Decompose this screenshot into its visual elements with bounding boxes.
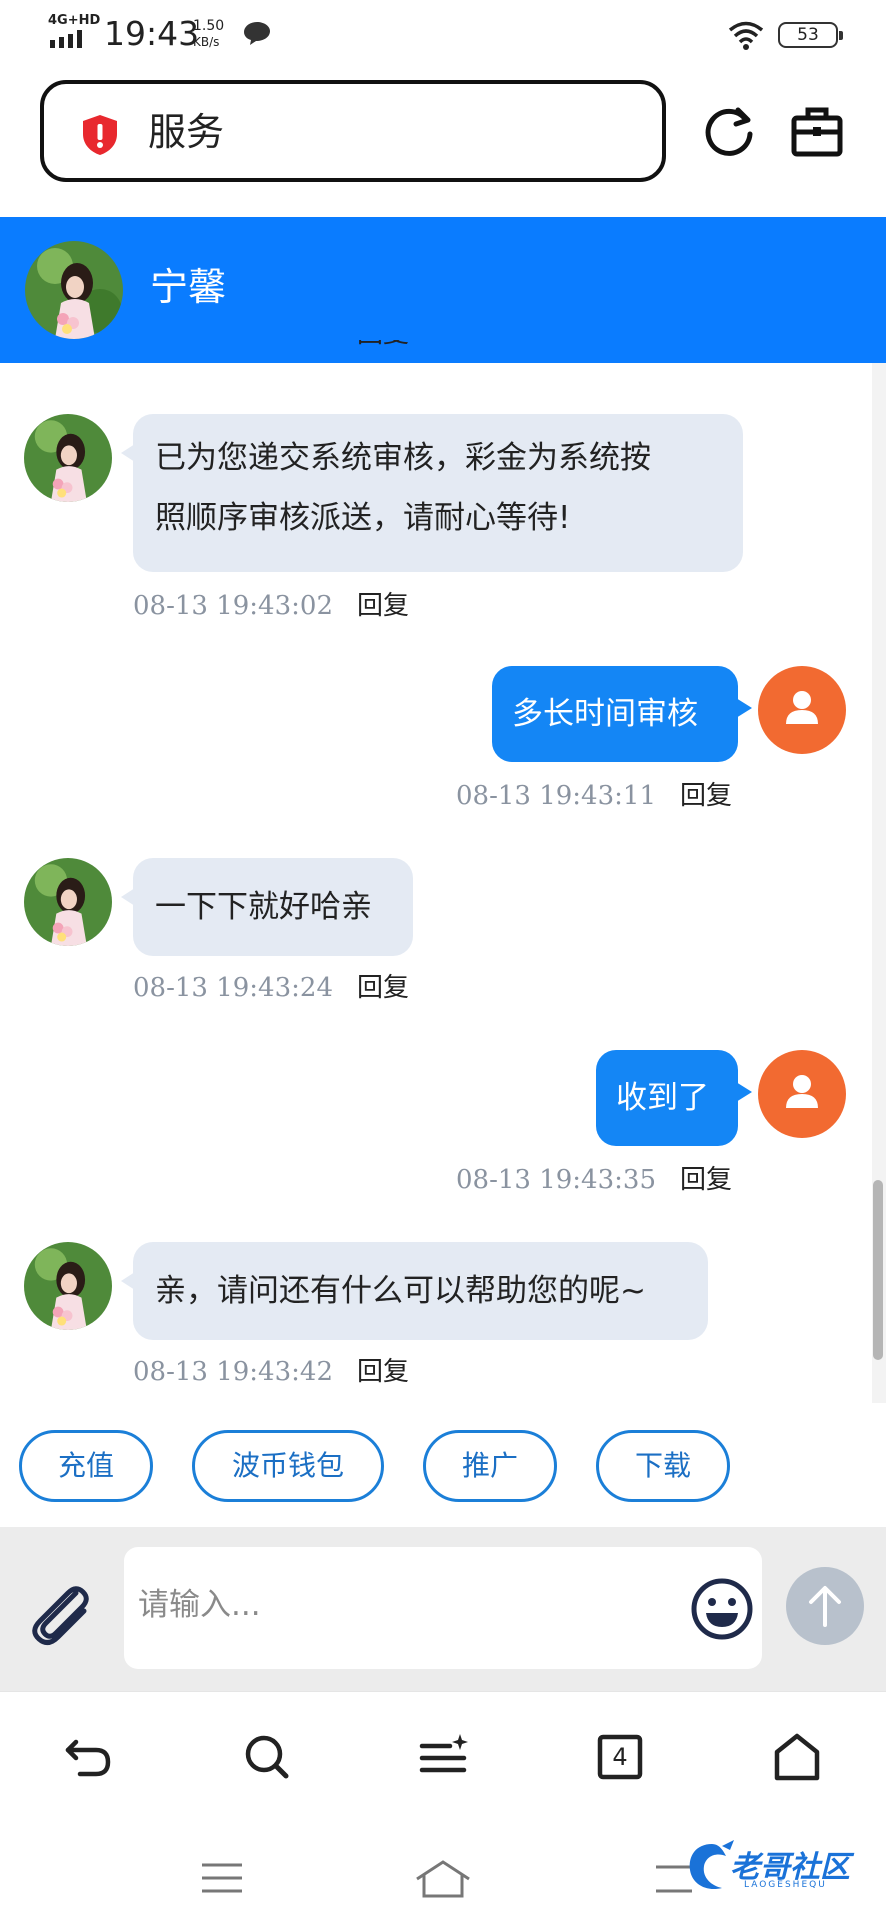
shield-alert-icon[interactable] — [80, 114, 120, 156]
message-timestamp: 08-13 19:43:35 — [456, 1165, 656, 1195]
promote-button[interactable]: 推广 — [423, 1430, 557, 1502]
user-avatar[interactable] — [758, 666, 846, 754]
message-timestamp: 08-13 19:43:24 — [133, 973, 333, 1003]
paperclip-icon[interactable] — [24, 1577, 94, 1647]
message-notification-icon — [244, 22, 270, 45]
agent-avatar[interactable] — [25, 241, 123, 339]
battery-indicator: 53 — [778, 22, 843, 48]
signal-icon — [50, 30, 82, 48]
message-timestamp: 08-13 19:43:42 — [133, 1357, 333, 1387]
network-type: 4G+HD — [48, 13, 101, 28]
wifi-icon — [728, 21, 764, 50]
agent-avatar[interactable] — [24, 1242, 112, 1330]
watermark-logo: 老哥社区 LAOGESHEQU — [682, 1836, 878, 1900]
scrollbar-thumb[interactable] — [873, 1180, 883, 1360]
recharge-button[interactable]: 充值 — [19, 1430, 153, 1502]
agent-message-bubble: 亲，请问还有什么可以帮助您的呢~ — [121, 1242, 708, 1340]
system-home-icon[interactable] — [414, 1859, 472, 1899]
address-bar[interactable]: 服务 — [40, 80, 666, 182]
url-text[interactable]: 服务 — [148, 108, 224, 156]
reply-link[interactable]: 回复 — [680, 1164, 732, 1196]
reply-link[interactable]: 回复 — [680, 780, 732, 812]
tabs-button[interactable]: 4 — [593, 1730, 647, 1784]
speed-unit: KB/s — [193, 35, 220, 49]
chat-header: 宁馨 — [0, 217, 886, 363]
back-icon[interactable] — [62, 1730, 116, 1784]
reply-link[interactable]: 回复 — [357, 1356, 409, 1388]
tab-count: 4 — [612, 1743, 628, 1771]
user-icon — [786, 1075, 818, 1108]
menu-plus-icon[interactable] — [416, 1730, 470, 1784]
user-icon — [786, 691, 818, 724]
user-message-bubble: 收到了 — [596, 1050, 752, 1146]
message-input-placeholder[interactable]: 请输入... — [138, 1583, 261, 1627]
reload-icon[interactable] — [702, 104, 756, 158]
user-avatar[interactable] — [758, 1050, 846, 1138]
composer-bar: 请输入... — [0, 1527, 886, 1691]
agent-avatar[interactable] — [24, 414, 112, 502]
reply-link[interactable]: 回复 — [357, 590, 409, 622]
user-message-bubble: 多长时间审核 — [492, 666, 752, 762]
message-line: 已为您递交系统审核，彩金为系统按 — [155, 440, 651, 476]
status-bar: 4G+HD 19:43 1.50 KB/s 53 — [0, 0, 886, 68]
reply-link[interactable]: 回复 — [357, 972, 409, 1004]
speed-value: 1.50 — [193, 18, 225, 34]
home-icon[interactable] — [770, 1730, 824, 1784]
message-timestamp: 08-13 19:43:02 — [133, 591, 333, 621]
watermark-subtext: LAOGESHEQU — [744, 1880, 827, 1890]
agent-message-bubble: 一下下就好哈亲 — [121, 858, 413, 956]
emoji-icon[interactable] — [690, 1577, 754, 1641]
message-line: 照顺序审核派送，请耐心等待! — [155, 500, 571, 536]
quick-actions-bar: 充值 波币钱包 推广 下载 — [0, 1403, 886, 1527]
wallet-icon[interactable] — [790, 104, 844, 158]
wallet-button[interactable]: 波币钱包 — [192, 1430, 384, 1502]
arrow-up-icon — [809, 1586, 841, 1627]
download-button[interactable]: 下载 — [596, 1430, 730, 1502]
agent-avatar[interactable] — [24, 858, 112, 946]
search-icon[interactable] — [240, 1730, 294, 1784]
message-input[interactable]: 请输入... — [124, 1547, 762, 1669]
browser-nav-bar: 4 — [0, 1691, 886, 1822]
send-button[interactable] — [786, 1567, 864, 1645]
recents-icon[interactable] — [200, 1861, 244, 1895]
network-speed: 1.50 KB/s — [193, 18, 224, 50]
agent-name: 宁馨 — [150, 265, 227, 309]
message-timestamp: 08-13 19:43:11 — [456, 781, 656, 811]
clock: 19:43 — [104, 14, 200, 53]
agent-message-bubble: 已为您递交系统审核，彩金为系统按 照顺序审核派送，请耐心等待! — [121, 414, 743, 572]
